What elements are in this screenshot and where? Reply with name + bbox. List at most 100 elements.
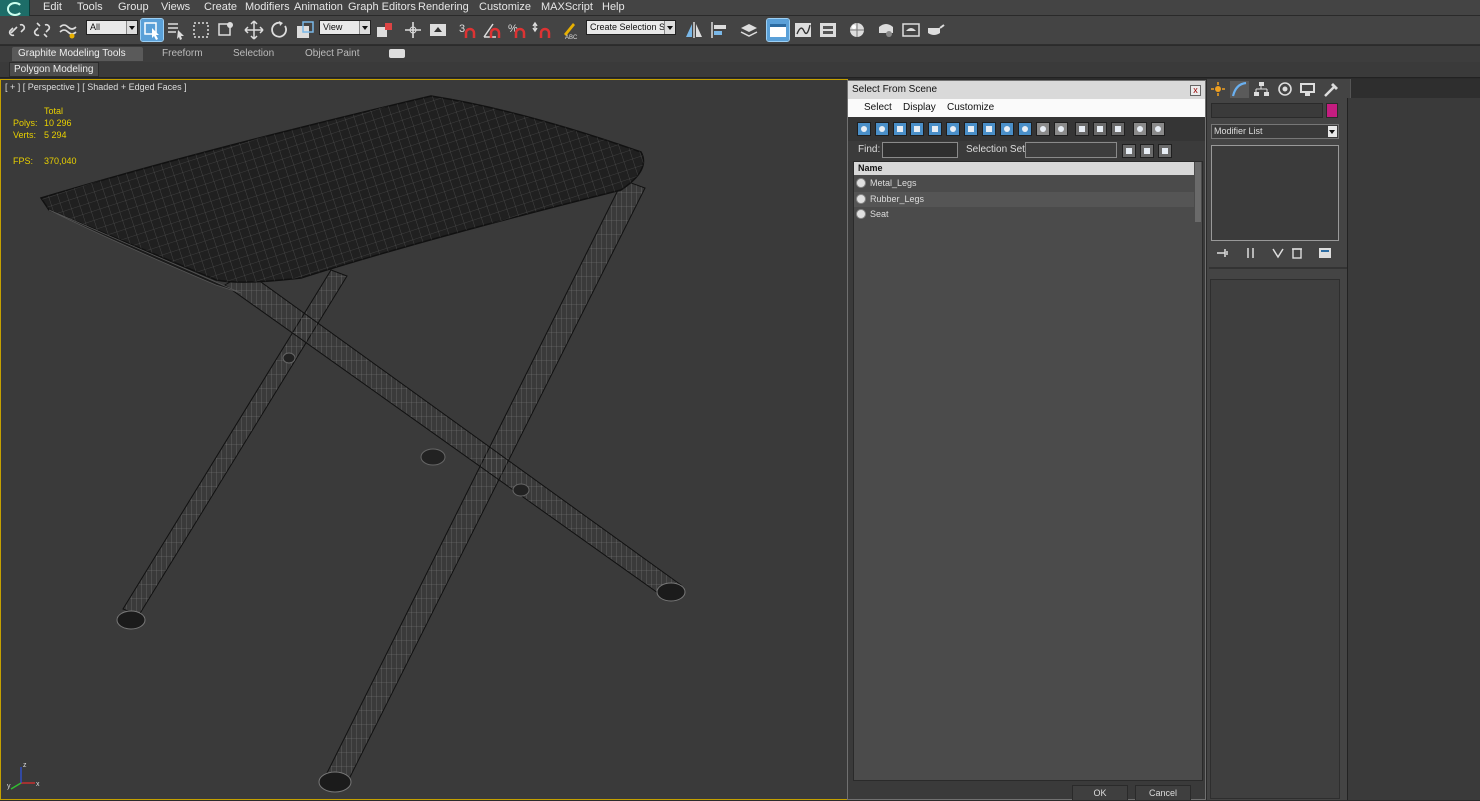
render-setup-icon[interactable] [875,19,897,41]
material-editor-icon[interactable] [846,19,868,41]
selection-filter-combo[interactable]: All [86,20,138,35]
snap-toggle-icon[interactable]: 3 [456,19,478,41]
remove-modifier-icon[interactable] [1289,246,1305,260]
rendered-frame-window-icon[interactable] [900,19,922,41]
rubber-legs-mesh[interactable] [116,582,686,793]
menu-graph-editors[interactable]: Graph Editors [348,1,416,13]
display-frozen-icon[interactable] [1036,122,1050,136]
keyboard-shortcut-icon[interactable] [427,19,449,41]
seat-mesh[interactable] [39,95,645,294]
display-invert-icon[interactable] [1111,122,1125,136]
menu-group[interactable]: Group [118,1,149,13]
dialog-menu-display[interactable]: Display [903,102,936,113]
menu-rendering[interactable]: Rendering [418,1,469,13]
menu-modifiers[interactable]: Modifiers [245,1,290,13]
named-selection-set-combo[interactable]: Create Selection Se [586,20,676,35]
percent-snap-icon[interactable]: % [506,19,528,41]
name-column-header[interactable]: Name [854,162,1194,175]
selection-set-dropdown[interactable] [1025,142,1117,158]
scene-explorer-icon[interactable] [766,18,790,42]
modifier-list-dropdown[interactable]: Modifier List [1211,124,1339,139]
display-space-warps-icon[interactable] [946,122,960,136]
display-geometry-icon[interactable] [857,122,871,136]
display-cameras-icon[interactable] [910,122,924,136]
scale-icon[interactable] [294,19,316,41]
display-xrefs-icon[interactable] [982,122,996,136]
region-select-icon[interactable] [190,19,212,41]
rotate-icon[interactable] [268,19,290,41]
display-groups-icon[interactable] [964,122,978,136]
scene-object-list[interactable]: Name Metal_Legs Rubber_Legs Seat [853,161,1203,781]
add-to-selection-set-icon[interactable] [1140,144,1154,158]
object-name-field[interactable] [1211,103,1323,118]
angle-snap-icon[interactable] [481,19,503,41]
menu-views[interactable]: Views [161,1,190,13]
reference-coord-combo[interactable]: View [319,20,371,35]
configure-modifier-sets-icon[interactable] [1317,246,1333,260]
menu-edit[interactable]: Edit [43,1,62,13]
hierarchy-tab-icon[interactable] [1252,81,1271,98]
dialog-title-bar[interactable]: Select From Scene x [848,81,1205,99]
display-lights-icon[interactable] [893,122,907,136]
display-shapes-icon[interactable] [875,122,889,136]
menu-customize[interactable]: Customize [479,1,531,13]
select-object-icon[interactable] [140,18,164,42]
display-all-icon[interactable] [1075,122,1089,136]
app-logo-button[interactable] [0,0,30,16]
find-input[interactable] [882,142,958,158]
tab-selection[interactable]: Selection [227,47,280,61]
link-icon[interactable] [6,19,28,41]
align-icon[interactable] [708,19,730,41]
tab-graphite-modeling-tools[interactable]: Graphite Modeling Tools [12,47,143,61]
ok-button[interactable]: OK [1072,785,1128,801]
pin-stack-icon[interactable] [1215,246,1231,260]
stool-wireframe-model[interactable] [1,80,847,799]
select-manipulate-icon[interactable] [402,19,424,41]
cancel-button[interactable]: Cancel [1135,785,1191,801]
menu-help[interactable]: Help [602,1,625,13]
close-icon[interactable]: x [1190,85,1201,96]
menu-create[interactable]: Create [204,1,237,13]
curve-editor-icon[interactable] [792,19,814,41]
menu-maxscript[interactable]: MAXScript [541,1,593,13]
ribbon-options-icon[interactable] [389,49,405,58]
list-scrollbar[interactable] [1195,162,1201,222]
manage-layers-icon[interactable] [738,19,760,41]
window-crossing-icon[interactable] [214,19,236,41]
show-end-result-icon[interactable] [1243,246,1259,260]
pivot-center-icon[interactable] [374,19,396,41]
dialog-menu-select[interactable]: Select [864,102,892,113]
move-icon[interactable] [243,19,265,41]
display-none-icon[interactable] [1093,122,1107,136]
display-helpers-icon[interactable] [928,122,942,136]
filter-icon[interactable] [1133,122,1147,136]
edit-named-selection-icon[interactable]: ABC [559,19,581,41]
utilities-tab-icon[interactable] [1322,81,1341,98]
make-unique-icon[interactable] [1271,246,1287,260]
tab-object-paint[interactable]: Object Paint [299,47,365,61]
mirror-icon[interactable] [683,19,705,41]
motion-tab-icon[interactable] [1276,81,1295,98]
remove-from-selection-set-icon[interactable] [1158,144,1172,158]
create-selection-set-icon[interactable] [1122,144,1136,158]
unlink-icon[interactable] [31,19,53,41]
object-color-swatch[interactable] [1326,103,1338,118]
select-by-name-icon[interactable] [165,19,187,41]
polygon-modeling-panel[interactable]: Polygon Modeling [9,62,99,77]
list-item[interactable]: Seat [854,207,1194,222]
list-item[interactable]: Rubber_Legs [854,192,1194,207]
list-item[interactable]: Metal_Legs [854,176,1194,191]
advanced-filter-icon[interactable] [1151,122,1165,136]
spinner-snap-icon[interactable] [531,19,553,41]
display-tab-icon[interactable] [1298,81,1317,98]
display-hidden-icon[interactable] [1054,122,1068,136]
menu-tools[interactable]: Tools [77,1,103,13]
tab-freeform[interactable]: Freeform [156,47,209,61]
perspective-viewport[interactable]: [ + ] [ Perspective ] [ Shaded + Edged F… [0,79,848,800]
modify-tab-icon[interactable] [1230,81,1249,98]
create-tab-icon[interactable] [1209,81,1228,98]
render-production-icon[interactable] [925,19,947,41]
dialog-menu-customize[interactable]: Customize [947,102,994,113]
modifier-stack[interactable] [1211,145,1339,241]
menu-animation[interactable]: Animation [294,1,343,13]
